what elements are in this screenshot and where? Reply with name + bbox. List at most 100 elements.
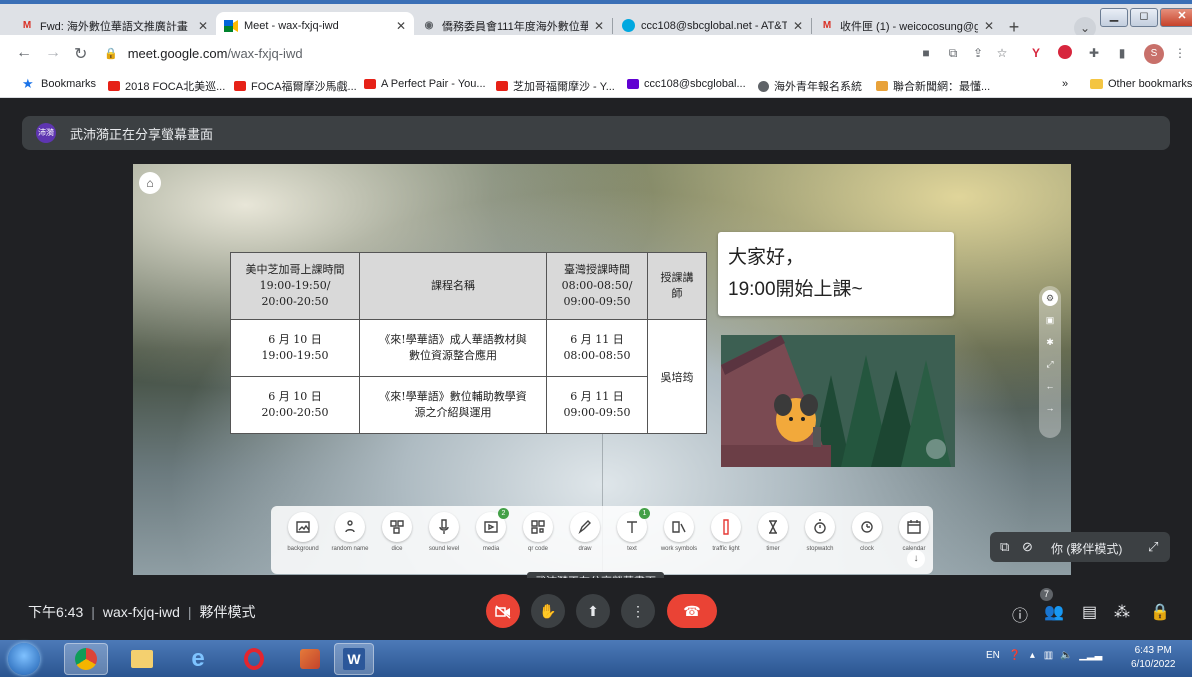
star-icon: ★ (22, 76, 34, 91)
bookmark-item[interactable]: ★ Bookmarks (22, 76, 97, 91)
tool-calendar[interactable]: calendar (890, 512, 938, 552)
bookmark-item[interactable]: ccc108@sbcglobal... (627, 78, 746, 90)
raise-hand-button[interactable]: ✋ (531, 594, 565, 628)
folder-icon (131, 650, 153, 668)
expand-icon[interactable]: ⤢ (1148, 539, 1158, 555)
bookmark-star-icon[interactable]: ☆ (994, 45, 1010, 61)
camera-in-use-icon[interactable]: ■ (918, 45, 934, 61)
taskbar-ie[interactable]: e (176, 643, 220, 675)
back-arrow-icon[interactable]: ← (16, 44, 32, 62)
tool-media[interactable]: 2 media (467, 508, 515, 552)
extension-icon[interactable]: Y (1028, 45, 1044, 61)
bookmark-item[interactable]: 2018 FOCA北美巡... (108, 78, 225, 94)
chat-icon[interactable]: ▤ (1082, 602, 1097, 622)
meet-icon (224, 19, 238, 33)
bookmark-item[interactable]: 海外青年報名系統 (758, 78, 862, 94)
maximize-button[interactable]: ◻ (1130, 8, 1158, 27)
tool-sound-level[interactable]: sound level (420, 512, 468, 552)
language-indicator[interactable]: EN (986, 650, 1000, 661)
clock-time: 6:43 PM (1134, 645, 1172, 656)
start-button[interactable] (8, 643, 40, 675)
camera-off-button[interactable] (486, 594, 520, 628)
table-row: 6 月 10 日 20:00-20:50 《來!學華語》數位輔助教學資 源之介紹… (230, 376, 707, 434)
presenter-banner: 沛漪 武沛漪正在分享螢幕畫面 (22, 116, 1170, 150)
taskbar-opera[interactable] (232, 643, 276, 675)
present-screen-button[interactable]: ⬆ (576, 594, 610, 628)
more-options-button[interactable]: ⋮ (621, 594, 655, 628)
minimize-button[interactable]: ▁ (1100, 8, 1128, 27)
tool-label: background (287, 546, 319, 552)
taskbar-word[interactable]: W (334, 643, 374, 675)
tool-dice[interactable]: dice (373, 512, 421, 552)
scroll-down-icon[interactable]: ↓ (907, 550, 925, 568)
bookmark-item[interactable]: FOCA福爾摩沙馬戲... (234, 78, 357, 94)
tool-label: qr code (527, 546, 548, 552)
tab-title: 僑務委員會111年度海外數位華 (442, 20, 588, 33)
tool-random-name[interactable]: random name (326, 512, 374, 552)
save-icon[interactable]: ▣ (1042, 312, 1058, 328)
tab-title: Fwd: 海外數位華語文推廣計畫 (40, 20, 188, 33)
tool-text[interactable]: 1 text (608, 508, 656, 552)
close-tab-icon[interactable]: ✕ (396, 19, 406, 33)
reload-icon[interactable]: ↻ (74, 44, 87, 64)
schedule-table: 美中芝加哥上課時間 19:00-19:50/ 20:00-20:50 課程名稱 … (230, 252, 707, 434)
bookmark-item[interactable]: 芝加哥福爾摩沙 - Y... (496, 78, 615, 94)
cell-course: 《來!學華語》數位輔助教學資 源之介紹與運用 (359, 376, 547, 434)
network-icon[interactable]: ▥ (1044, 650, 1053, 661)
cell-tw-time: 6 月 11 日 09:00-09:50 (546, 376, 648, 434)
clock-date: 6/10/2022 (1131, 659, 1176, 670)
bookmark-item[interactable]: A Perfect Pair - You... (364, 78, 486, 90)
redo-arrow-icon[interactable]: → (1042, 400, 1058, 416)
home-icon[interactable]: ⌂ (139, 172, 161, 194)
signal-icon[interactable]: ▁▂▃ (1079, 650, 1102, 661)
close-tab-icon[interactable]: ✕ (984, 19, 994, 33)
tool-traffic-light[interactable]: traffic light (702, 512, 750, 552)
shuffle-icon[interactable]: ✱ (1042, 334, 1058, 350)
bookmark-item[interactable]: 聯合新聞網：最懂... (876, 78, 990, 94)
profile-avatar[interactable]: S (1144, 44, 1164, 64)
tool-background[interactable]: background (279, 512, 327, 552)
side-panel-icon[interactable]: ▮ (1114, 45, 1130, 61)
close-tab-icon[interactable]: ✕ (594, 19, 604, 33)
taskbar-chrome[interactable] (64, 643, 108, 675)
taskbar-explorer[interactable] (120, 643, 164, 675)
meeting-details-icon[interactable]: ⓘ (1012, 602, 1028, 626)
taskbar-app[interactable] (288, 643, 332, 675)
window-close-button[interactable]: ✕ (1160, 8, 1192, 27)
self-view-companion-tile[interactable]: ⧉ ⊘ 你 (夥伴模式) ⤢ (990, 532, 1170, 562)
bookmark-label: Bookmarks (41, 78, 97, 90)
other-bookmarks-folder[interactable]: Other bookmarks (1090, 78, 1192, 90)
tool-badge: 1 (639, 508, 650, 519)
forward-arrow-icon[interactable]: → (45, 44, 61, 62)
people-icon[interactable]: 👥 (1044, 602, 1064, 622)
activities-icon[interactable]: ⁂ (1114, 602, 1130, 622)
leave-call-button[interactable]: ☎ (667, 594, 717, 628)
translate-icon[interactable]: ⧉ (945, 45, 961, 61)
tool-clock[interactable]: clock (843, 512, 891, 552)
close-tab-icon[interactable]: ✕ (198, 19, 208, 33)
undo-arrow-icon[interactable]: ← (1042, 378, 1058, 394)
settings-gear-icon[interactable]: ⚙ (1042, 290, 1058, 306)
taskbar-clock[interactable]: 6:43 PM 6/10/2022 (1131, 644, 1176, 672)
tool-draw[interactable]: draw (561, 512, 609, 552)
help-icon[interactable]: ❓ (1009, 650, 1021, 661)
text-icon: 1 (617, 508, 650, 542)
tool-label: timer (766, 546, 780, 552)
host-controls-icon[interactable]: 🔒 (1150, 602, 1170, 622)
adblock-icon[interactable] (1058, 45, 1074, 61)
tool-timer[interactable]: timer (749, 512, 797, 552)
url-bar[interactable]: 🔒 meet.google.com/wax-fxjq-iwd (104, 40, 894, 66)
tool-work-symbols[interactable]: work symbols (655, 512, 703, 552)
extensions-puzzle-icon[interactable]: ✚ (1086, 45, 1102, 61)
volume-icon[interactable]: 🔈 (1060, 650, 1072, 661)
cell-us-time: 6 月 10 日 20:00-20:50 (230, 376, 360, 434)
browser-menu-icon[interactable]: ⋮ (1172, 45, 1188, 61)
bookmarks-overflow-button[interactable]: » (1062, 78, 1068, 90)
share-icon[interactable]: ⇪ (970, 45, 986, 61)
tool-stopwatch[interactable]: stopwatch (796, 512, 844, 552)
fullscreen-icon[interactable]: ⤢ (1042, 356, 1058, 372)
tray-expand-icon[interactable]: ▴ (1030, 650, 1035, 661)
tool-qr-code[interactable]: qr code (514, 512, 562, 552)
close-tab-icon[interactable]: ✕ (793, 19, 803, 33)
tool-label: sound level (428, 546, 460, 552)
